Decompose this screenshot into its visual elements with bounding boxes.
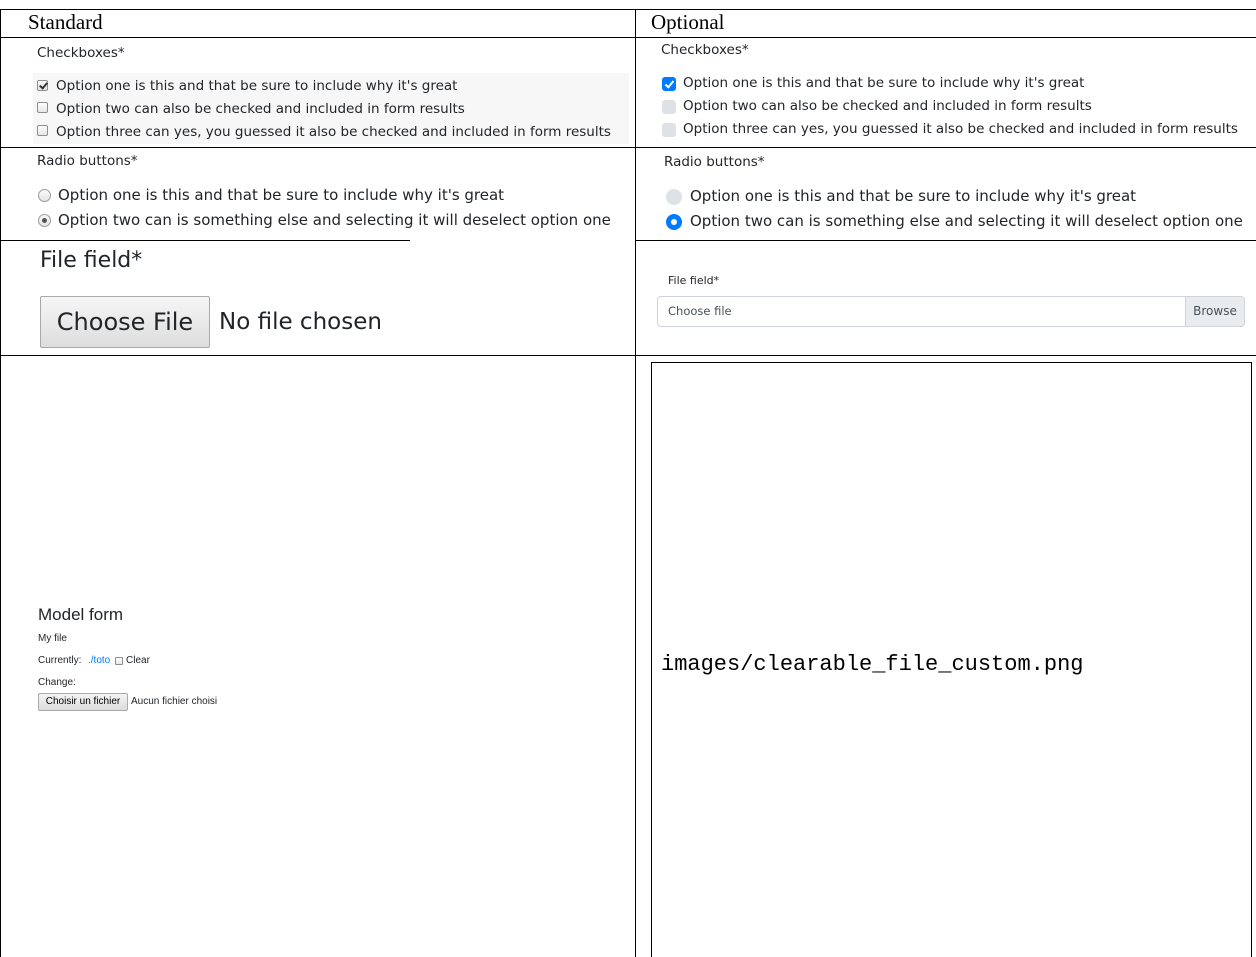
optional-file-field-label: File field*: [668, 274, 720, 287]
no-file-chosen-text: Aucun fichier choisi: [131, 696, 218, 707]
optional-radio-option-two[interactable]: [666, 214, 682, 230]
browse-button[interactable]: Browse: [1185, 297, 1244, 326]
image-placeholder-text: images/clearable_file_custom.png: [661, 652, 1084, 677]
checkbox-option-three-label: Option three can yes, you guessed it als…: [56, 124, 611, 140]
checkbox-option-three[interactable]: [37, 125, 48, 136]
checkbox-option-two[interactable]: [37, 102, 48, 113]
image-frame-left: [651, 362, 652, 957]
clear-label: Clear: [126, 655, 150, 666]
radio-option-two[interactable]: [38, 214, 51, 227]
optional-radio-option-one[interactable]: [666, 189, 682, 205]
column-header-optional: Optional: [651, 10, 725, 34]
checkbox-option-one-label: Option one is this and that be sure to i…: [56, 78, 458, 94]
row-divider-2: [0, 240, 410, 241]
row-divider-2b: [636, 240, 1256, 241]
optional-checkbox-option-three-label: Option three can yes, you guessed it als…: [683, 121, 1238, 137]
optional-checkbox-option-one[interactable]: [662, 77, 676, 91]
change-label: Change:: [38, 677, 76, 688]
optional-checkbox-option-one-label: Option one is this and that be sure to i…: [683, 75, 1085, 91]
optional-checkboxes-label: Checkboxes*: [661, 42, 749, 58]
radio-option-one[interactable]: [38, 189, 51, 202]
optional-checkbox-option-two-label: Option two can also be checked and inclu…: [683, 98, 1092, 114]
row-divider-3: [0, 355, 1256, 356]
file-status-text: No file chosen: [219, 309, 382, 335]
checkbox-option-two-label: Option two can also be checked and inclu…: [56, 101, 465, 117]
row-divider-1: [0, 147, 1256, 148]
optional-checkbox-option-three[interactable]: [662, 123, 676, 137]
optional-radio-option-two-label: Option two can is something else and sel…: [690, 212, 1243, 230]
checkbox-option-one[interactable]: [37, 80, 48, 91]
table-left-border: [0, 9, 1, 957]
clear-checkbox[interactable]: [115, 657, 123, 665]
optional-checkbox-option-two[interactable]: [662, 100, 676, 114]
header-bottom-border: [0, 37, 1256, 38]
column-divider: [635, 9, 636, 957]
optional-radio-buttons-label: Radio buttons*: [664, 154, 765, 170]
radio-option-one-label: Option one is this and that be sure to i…: [58, 186, 505, 204]
model-form-title: Model form: [38, 605, 124, 624]
my-file-label: My file: [38, 633, 67, 644]
radio-buttons-label: Radio buttons*: [37, 153, 138, 169]
current-file-link[interactable]: ./toto: [88, 656, 110, 666]
checkboxes-label: Checkboxes*: [37, 45, 125, 61]
choose-file-button[interactable]: Choose File: [40, 296, 210, 348]
image-frame-top: [651, 362, 1252, 363]
currently-label: Currently:: [38, 655, 82, 666]
radio-option-two-label: Option two can is something else and sel…: [58, 211, 611, 229]
choose-file-button-small[interactable]: Choisir un fichier: [38, 693, 128, 711]
table-top-border: [0, 9, 1256, 10]
column-header-standard: Standard: [28, 10, 103, 34]
file-field-label: File field*: [40, 248, 143, 273]
custom-file-input[interactable]: Choose file Browse: [657, 296, 1245, 327]
optional-radio-option-one-label: Option one is this and that be sure to i…: [690, 187, 1137, 205]
image-frame-right: [1251, 362, 1252, 957]
custom-file-placeholder: Choose file: [668, 304, 732, 318]
